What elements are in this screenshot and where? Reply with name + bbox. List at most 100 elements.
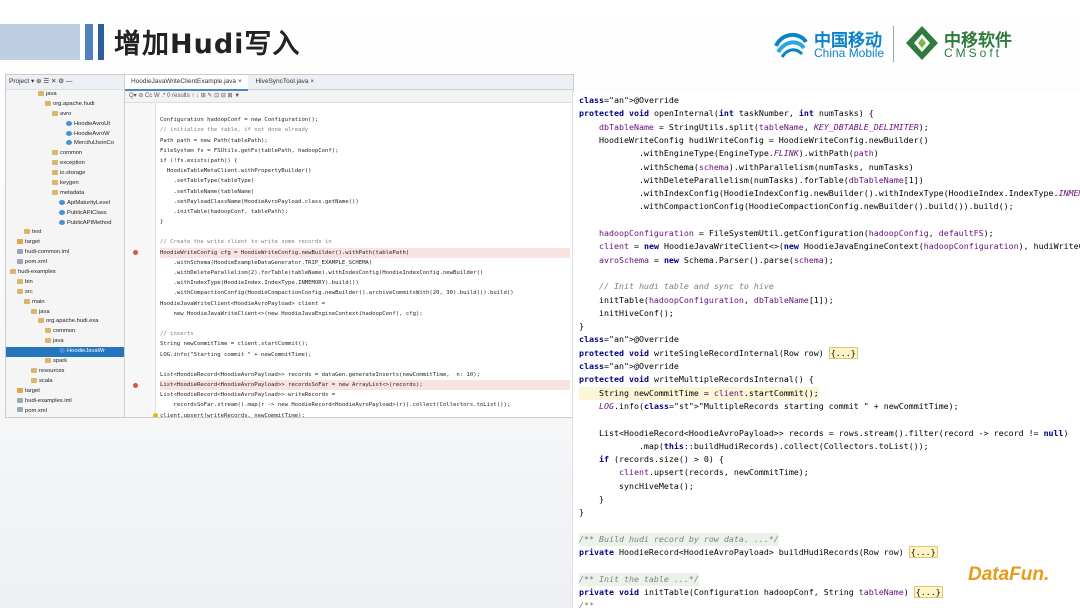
folder-icon	[17, 278, 23, 284]
code-line: HoodieTableMetaClient.withPropertyBuilde…	[160, 168, 312, 175]
editor-gutter	[125, 103, 156, 417]
tree-item[interactable]: org.apache.hudi.exa	[6, 317, 124, 327]
code-line: // Create the write client to write some…	[160, 239, 332, 246]
code-line: if (records.size() > 0) {	[598, 454, 724, 465]
tree-item-label: avro	[60, 110, 72, 117]
editor-area: HoodieJavaWriteClientExample.java × Hive…	[125, 75, 573, 417]
tree-item[interactable]: hudi-common.iml	[6, 248, 124, 258]
code-line: protected void openInternal(int taskNumb…	[579, 108, 874, 119]
tree-item[interactable]: bin	[6, 278, 124, 288]
tree-item-label: org.apache.hudi	[53, 100, 95, 107]
tree-item[interactable]: common	[6, 149, 124, 159]
tree-item[interactable]: io.storage	[6, 169, 124, 179]
tree-item[interactable]: MercifulJsonCo	[6, 139, 124, 149]
tree-item[interactable]: ApiMaturityLevel	[6, 199, 124, 209]
folder-icon	[38, 318, 44, 324]
tree-item-label: scala	[39, 377, 53, 384]
project-tree-panel: Project ▾ ⊕ ☰ ✕ ⚙ — java org.apache.hudi a…	[6, 75, 125, 417]
folder-icon	[52, 150, 58, 156]
tree-item[interactable]: PublicAPIClass	[6, 209, 124, 219]
tree-item[interactable]: README.md	[6, 416, 124, 417]
code-line: if (!fs.exists(path)) {	[160, 157, 238, 164]
tab-hoodie-java-write-client-example[interactable]: HoodieJavaWriteClientExample.java ×	[125, 75, 248, 91]
code-line: private void initTable(Configuration had…	[579, 586, 943, 599]
find-bar[interactable]: Q▾ ⊘ Cc W .* 0 results ↑ ↓ ⊞ ✎ ⊡ ⊟ ⊠ ▼	[125, 90, 573, 103]
folder-icon	[10, 269, 16, 274]
tree-item[interactable]: common	[6, 327, 124, 337]
tree-item[interactable]: hudi-examples.iml	[6, 397, 124, 407]
code-line: /** Init the table ...*/	[579, 572, 699, 587]
code-line: class="an">@Override	[579, 95, 679, 105]
tree-item[interactable]: java	[6, 90, 124, 100]
tree-item-label: spark	[53, 358, 68, 365]
code-line: Path path = new Path(tablePath);	[160, 137, 268, 144]
folder-icon	[52, 160, 58, 166]
tree-item-label: target	[25, 239, 40, 246]
tree-item[interactable]: main	[6, 298, 124, 308]
tree-item[interactable]: HoodieAvroW	[6, 130, 124, 140]
code-line: avroSchema = new Schema.Parser().parse(s…	[598, 254, 834, 265]
code-line: .setTableType(tableType)	[160, 178, 255, 185]
code-line: }	[579, 321, 584, 332]
intention-bulb-icon[interactable]	[153, 413, 158, 417]
breakpoint-icon[interactable]	[133, 383, 138, 388]
tree-item-label: bin	[25, 278, 33, 285]
tree-item-label: keygen	[60, 180, 79, 187]
tree-item[interactable]: target	[6, 387, 124, 397]
code-line: // initialize the table, if not done alr…	[160, 127, 309, 134]
code-line: .setTableName(tableName)	[160, 188, 255, 195]
tree-item[interactable]: pom.xml	[6, 258, 124, 268]
tree-item[interactable]: scala	[6, 377, 124, 387]
folder-icon	[52, 179, 58, 185]
code-line: .withIndexConfig(HoodieIndexConfig.newBu…	[579, 188, 1080, 199]
tree-item[interactable]: java	[6, 337, 124, 347]
editor-code[interactable]: Configuration hadoopConf = new Configura…	[160, 105, 570, 417]
class-icon	[59, 348, 65, 354]
tree-item[interactable]: java	[6, 308, 124, 318]
folder-icon	[52, 170, 58, 176]
slide-title: 增加Hudi写入	[114, 29, 301, 60]
tree-item[interactable]: resources	[6, 367, 124, 377]
tree-item[interactable]: src	[6, 288, 124, 298]
title-accent-bar	[98, 24, 104, 60]
tree-item[interactable]: target	[6, 238, 124, 248]
file-icon	[17, 259, 23, 265]
tree-item[interactable]: org.apache.hudi	[6, 100, 124, 110]
tree-item-label: ApiMaturityLevel	[67, 199, 110, 206]
folder-icon	[31, 308, 37, 314]
code-line: HoodieJavaWriteClient<HoodieAvroPayload>…	[160, 300, 326, 307]
code-line: /**	[579, 600, 594, 608]
tree-item-label: HoodieJavaWr	[67, 348, 105, 355]
tree-item-label: MercifulJsonCo	[74, 140, 114, 147]
tree-item-label: HoodieAvroUt	[74, 120, 110, 127]
code-line: String newCommitTime = client.startCommi…	[579, 386, 819, 400]
folder-icon	[31, 377, 37, 383]
tab-hive-sync-tool[interactable]: HiveSyncTool.java ×	[249, 75, 320, 89]
tree-item[interactable]: hudi-examples	[6, 268, 124, 278]
folder-icon	[45, 358, 51, 364]
code-line: client.upsert(records, newCommitTime);	[618, 467, 809, 478]
tree-item[interactable]: metadata	[6, 189, 124, 199]
code-line: List<HoodieRecord<HoodieAvroPayload>> wr…	[160, 392, 336, 399]
tree-item[interactable]: HoodieJavaWr	[6, 347, 124, 358]
code-line: .initTable(hadoopConf, tablePath);	[160, 208, 288, 215]
tree-item[interactable]: PublicAPIMethod	[6, 219, 124, 229]
tree-item-label: pom.xml	[25, 407, 47, 414]
code-line: .withCompactionConfig(HoodieCompactionCo…	[160, 290, 514, 297]
code-line: .withDeleteParallelism(2).forTable(table…	[160, 270, 484, 276]
tree-item[interactable]: spark	[6, 357, 124, 367]
tree-item[interactable]: avro	[6, 110, 124, 120]
tree-item[interactable]: pom.xml	[6, 407, 124, 417]
tree-item-label: test	[32, 229, 42, 236]
project-panel-header[interactable]: Project ▾ ⊕ ☰ ✕ ⚙ —	[6, 75, 124, 90]
code-line: .withEngineType(EngineType.FLINK).withPa…	[579, 148, 879, 159]
title-accent-bar	[0, 24, 80, 60]
tree-item[interactable]: test	[6, 228, 124, 238]
editor-tabs: HoodieJavaWriteClientExample.java × Hive…	[125, 75, 573, 91]
tree-item[interactable]: HoodieAvroUt	[6, 120, 124, 130]
code-line: List<HoodieRecord<HoodieAvroPayload>> re…	[160, 371, 480, 378]
tree-item-label: java	[46, 91, 57, 97]
tree-item[interactable]: keygen	[6, 179, 124, 189]
tree-item[interactable]: exception	[6, 159, 124, 169]
